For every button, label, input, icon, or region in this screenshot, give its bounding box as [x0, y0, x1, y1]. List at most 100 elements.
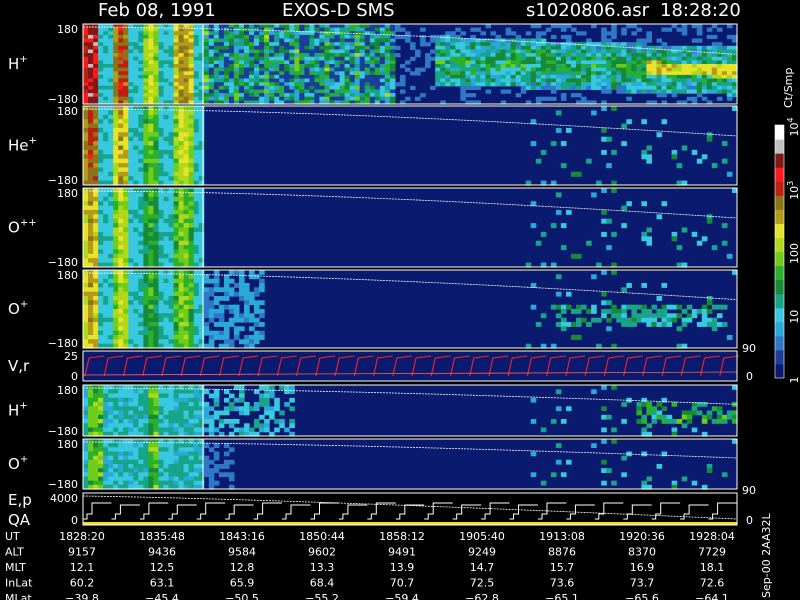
panel-label: V,r — [8, 357, 30, 375]
panel-label-sup: + — [19, 401, 27, 412]
colorbar-swatch — [775, 349, 784, 365]
table-cell: 73.7 — [630, 577, 655, 590]
table-cell: 8370 — [628, 546, 656, 559]
colorbar-swatch — [775, 125, 784, 140]
colorbar-swatch — [775, 335, 784, 351]
y-tick-top: 180 — [57, 187, 78, 200]
colorbar-tick-label: 10 — [788, 310, 800, 324]
table-cell: 63.1 — [150, 577, 175, 590]
panel-label-sup: + — [20, 299, 28, 310]
colorbar-swatch — [775, 209, 784, 224]
y-tick-bottom: −180 — [48, 174, 78, 187]
y-tick-top: 180 — [57, 269, 78, 282]
panel-he-plus: He+180−180 — [8, 105, 738, 187]
colorbar-swatch — [775, 153, 784, 168]
y-tick-top: 180 — [57, 438, 78, 451]
panel-label: E,p — [8, 491, 32, 509]
table-cell: 18.1 — [700, 561, 725, 574]
colorbar-swatch — [775, 307, 784, 323]
panel-label-sup: + — [20, 454, 28, 465]
table-cell: −65.1 — [545, 592, 579, 600]
table-cell: 1835:48 — [139, 530, 185, 543]
y-tick-bottom: −180 — [48, 425, 78, 438]
panel-label-sup: + — [19, 54, 27, 65]
table-cell: 60.2 — [70, 577, 95, 590]
header-date: Feb 08, 1991 — [98, 0, 216, 21]
y-tick-top: 4000 — [50, 492, 78, 505]
table-cell: 72.5 — [470, 577, 495, 590]
table-cell: −39.8 — [65, 592, 99, 600]
colorbar-swatch — [775, 321, 784, 337]
panel-label-sup: + — [29, 136, 37, 147]
table-cell: 1905:40 — [459, 530, 505, 543]
colorbar-swatch — [775, 293, 784, 309]
y-tick-bottom: 0 — [71, 514, 78, 527]
table-row-label: InLat — [5, 577, 33, 590]
table-cell: 1850:44 — [299, 530, 345, 543]
table-cell: 1913:08 — [539, 530, 585, 543]
table-cell: 70.7 — [390, 577, 415, 590]
y-tick-top: 180 — [57, 105, 78, 118]
colorbar-swatch — [775, 167, 784, 182]
panel-label-sup: ++ — [20, 218, 37, 229]
colorbar-tick-sup: 4 — [786, 117, 795, 122]
table-cell: 14.7 — [470, 561, 495, 574]
table-cell: 1828:20 — [59, 530, 105, 543]
y-right-tick-top: 90 — [742, 484, 756, 497]
table-cell: 7729 — [698, 546, 726, 559]
colorbar-swatch — [775, 181, 784, 196]
colorbar-tick-label: 1 — [788, 377, 800, 384]
y-tick-bottom: −180 — [48, 337, 78, 350]
panel-label-2: QA — [8, 511, 31, 529]
table-cell: −55.2 — [305, 592, 339, 600]
colorbar-swatch — [775, 251, 784, 267]
y-tick-top: 25 — [64, 350, 78, 363]
colorbar-tick-label: 100 — [788, 243, 800, 264]
table-row-label: MLT — [5, 561, 26, 574]
y-tick-bottom: 0 — [71, 370, 78, 383]
table-cell: 12.5 — [150, 561, 175, 574]
table-cell: −62.8 — [465, 592, 499, 600]
y-right-tick-top: 90 — [742, 342, 756, 355]
colorbar-unit: Ct/Smp — [782, 68, 795, 108]
panels: H+180−180He+180−180O++180−180O+180−180V,… — [8, 23, 756, 529]
table-cell: 13.3 — [310, 561, 335, 574]
table-cell: 12.8 — [230, 561, 255, 574]
table-cell: 9157 — [68, 546, 96, 559]
y-right-tick-bottom: 0 — [746, 514, 753, 527]
table-cell: 1928:04 — [689, 530, 735, 543]
table-cell: 9602 — [308, 546, 336, 559]
table-cell: 9491 — [388, 546, 416, 559]
footer-label: Sep-00 2AA32L — [760, 512, 773, 598]
y-tick-top: 180 — [57, 23, 78, 36]
panel-o-plus-plus: O++180−180 — [8, 187, 738, 269]
table-cell: 1843:16 — [219, 530, 265, 543]
table-cell: 8876 — [548, 546, 576, 559]
colorbar-swatch — [775, 363, 784, 379]
table-cell: 9249 — [468, 546, 496, 559]
table-cell: 16.9 — [630, 561, 655, 574]
table-cell: −50.5 — [225, 592, 259, 600]
table-cell: 1920:36 — [619, 530, 665, 543]
table-cell: 12.1 — [70, 561, 95, 574]
colorbar-swatch — [775, 139, 784, 154]
y-tick-top: 180 — [57, 384, 78, 397]
colorbar-swatch — [775, 237, 784, 252]
table-cell: 72.6 — [700, 577, 725, 590]
table-cell: 15.7 — [550, 561, 575, 574]
colorbar-swatch — [775, 279, 784, 295]
table-row-label: MLat — [5, 592, 32, 600]
table-cell: 73.6 — [550, 577, 575, 590]
table-cell: 65.9 — [230, 577, 255, 590]
colorbar-swatch — [775, 223, 784, 238]
colorbar-tick-sup: 3 — [786, 181, 795, 186]
table-cell: 68.4 — [310, 577, 335, 590]
table-row-label: ALT — [5, 546, 24, 559]
table-cell: 1858:12 — [379, 530, 425, 543]
y-tick-bottom: −180 — [48, 256, 78, 269]
table-cell: 9436 — [148, 546, 176, 559]
table-cell: 9584 — [228, 546, 256, 559]
table-cell: −59.4 — [385, 592, 419, 600]
table-cell: −45.4 — [145, 592, 179, 600]
table-cell: 13.9 — [390, 561, 415, 574]
